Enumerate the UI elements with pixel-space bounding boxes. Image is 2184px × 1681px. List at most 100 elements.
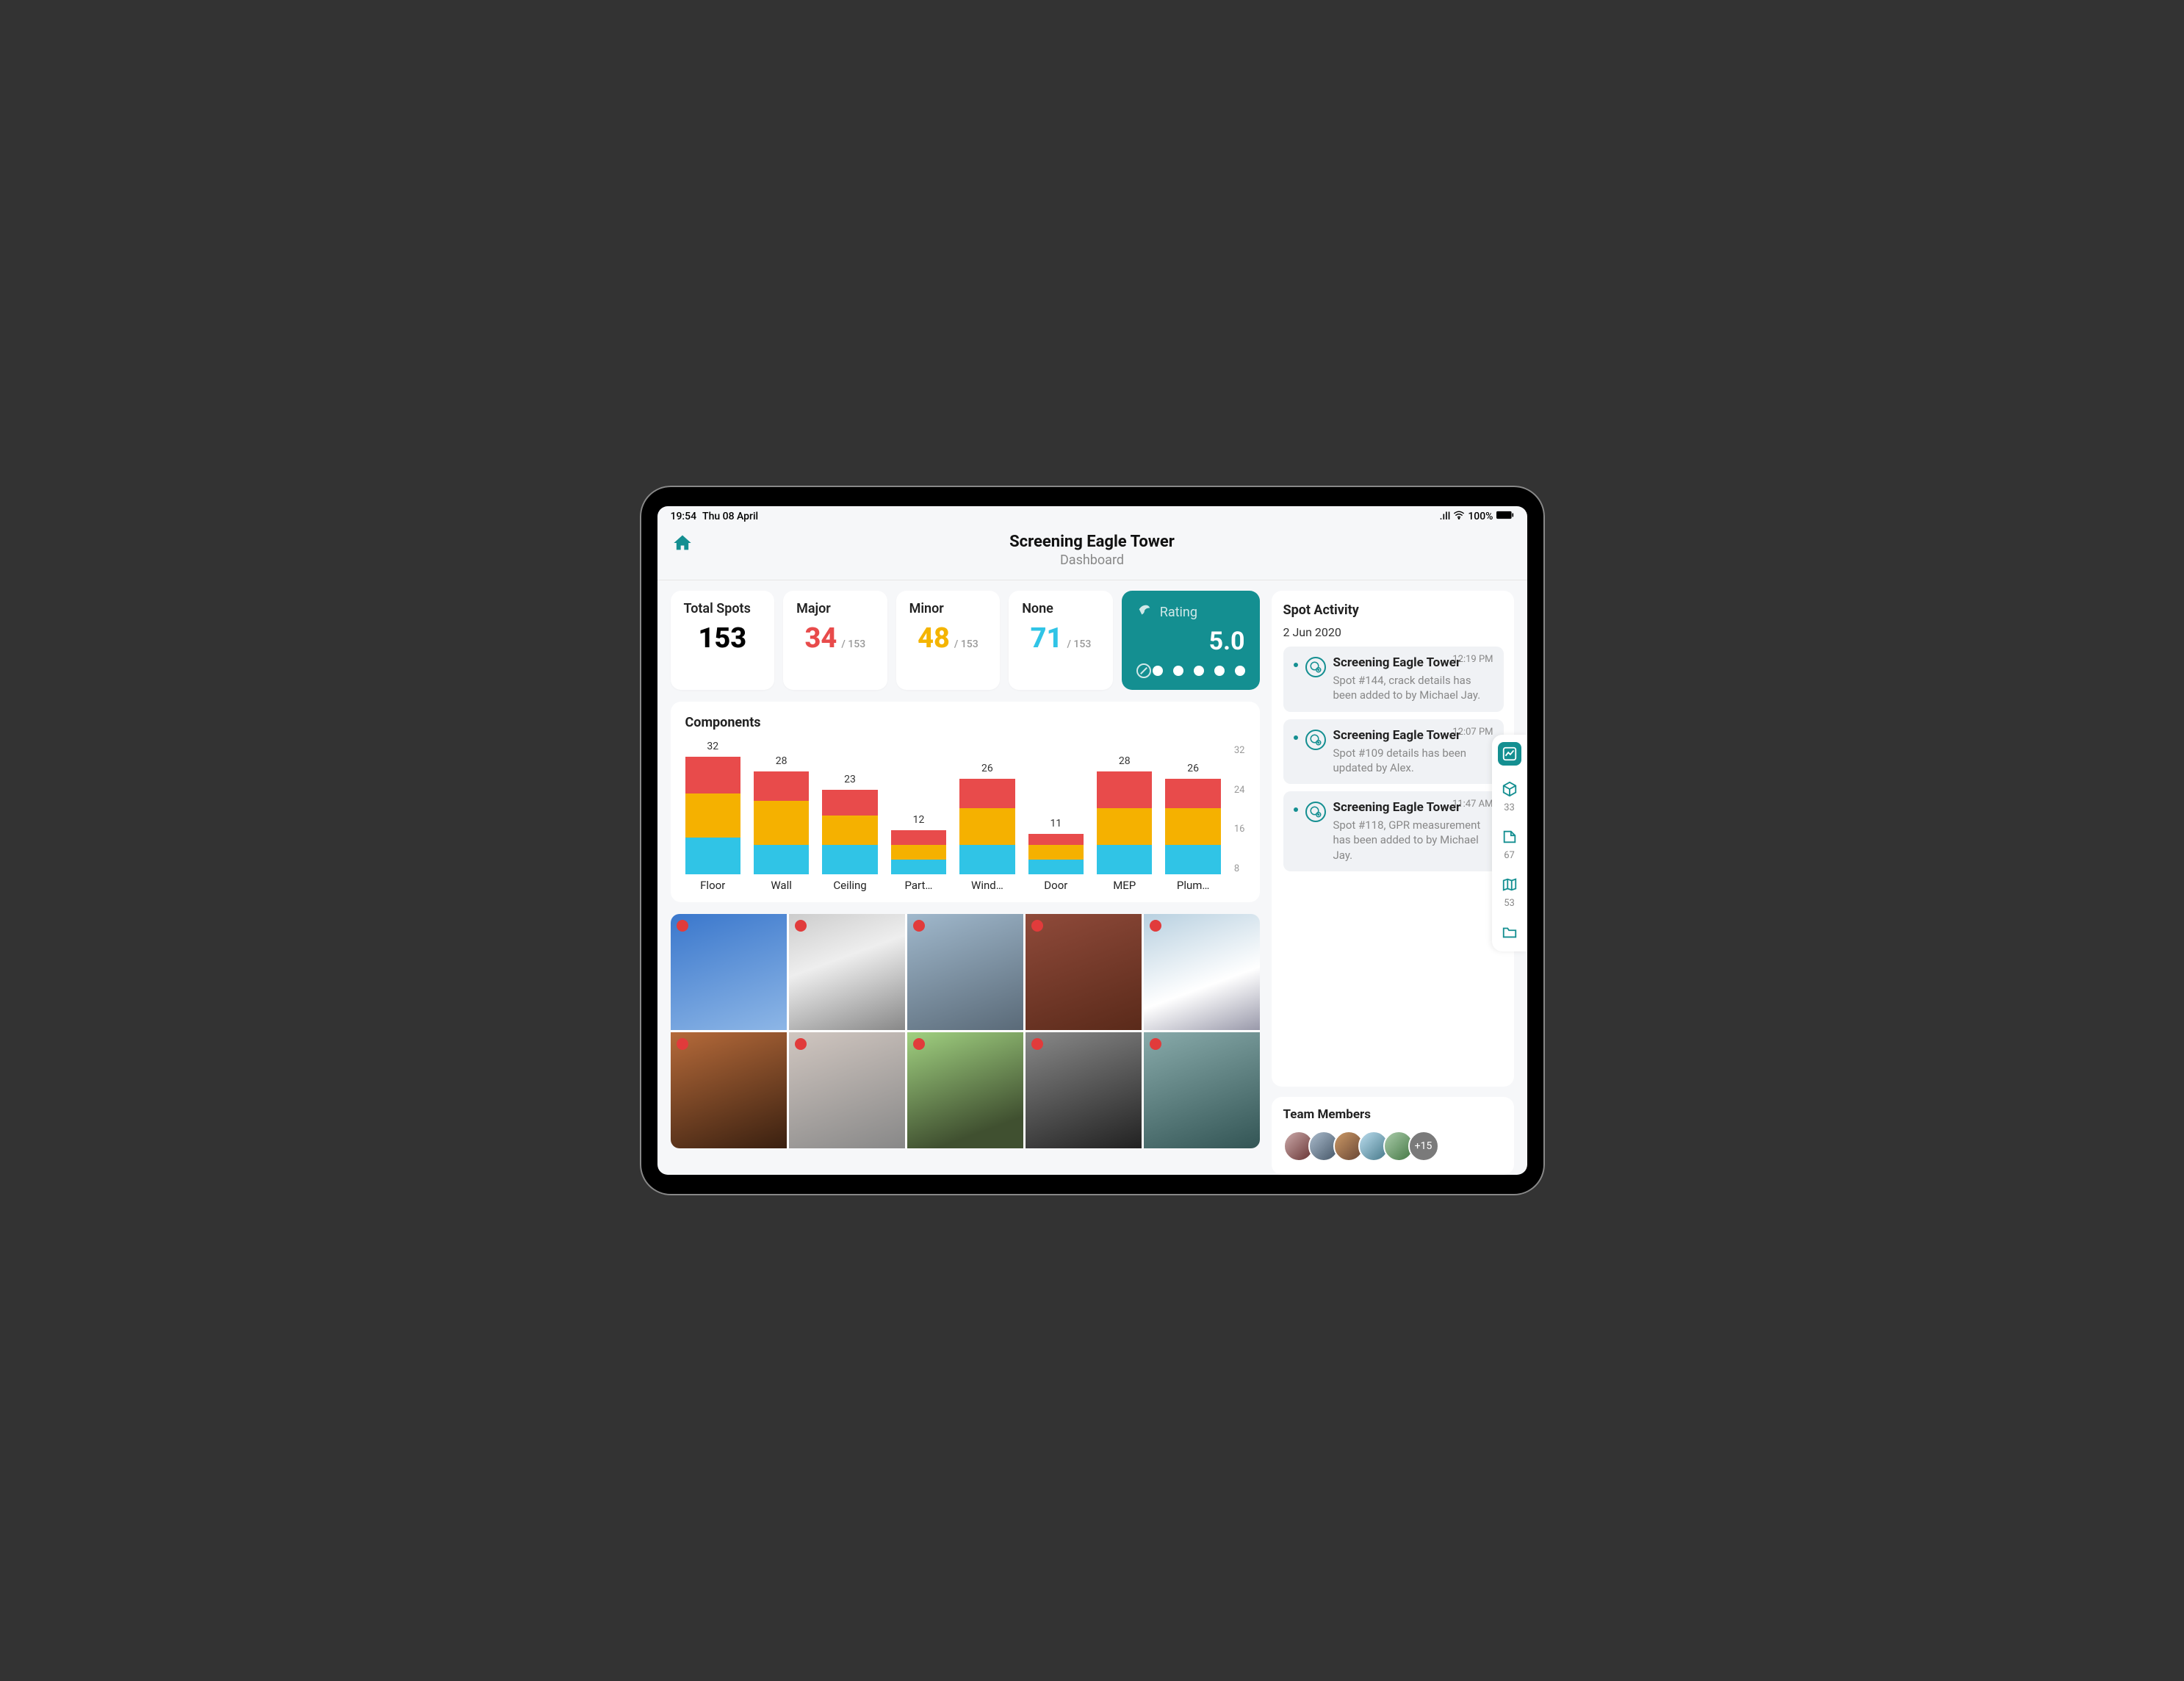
stat-suffix: / 153 [1067,638,1091,650]
photo-thumb[interactable] [1026,1032,1142,1148]
bar-segment [754,801,809,845]
wifi-icon [1453,511,1465,522]
components-panel: Components 32Floor28Wall23Ceiling12Part…… [671,702,1260,902]
stat-value: 34 [805,622,837,655]
dock-plans[interactable]: 67 [1498,825,1521,861]
activity-list[interactable]: Screening Eagle Tower Spot #144, crack d… [1283,647,1511,879]
bar-total: 28 [1119,755,1131,767]
activity-item[interactable]: Screening Eagle Tower Spot #144, crack d… [1283,647,1504,712]
bar-column[interactable]: 23Ceiling [822,774,877,892]
status-bar: 19:54 Thu 08 April .ıll 100% [657,506,1527,527]
stat-label: Minor [909,601,987,616]
bar-label: MEP [1113,879,1136,892]
bar-segment [891,845,946,860]
bar-label: Door [1044,879,1067,892]
bar-segment [959,779,1014,808]
bar-column[interactable]: 28 MEP [1097,755,1152,892]
spot-icon [1305,730,1326,750]
stat-card-total[interactable]: Total Spots 153 [671,591,775,690]
severity-dot-icon [677,1038,688,1050]
axis-tick: 24 [1234,785,1245,796]
bar-segment [1028,845,1084,860]
bar-column[interactable]: 32Floor [685,741,740,892]
rating-card[interactable]: Rating 5.0 [1122,591,1260,690]
bar-total: 32 [707,741,718,752]
stat-suffix: / 153 [954,638,979,650]
plan-icon [1498,825,1521,849]
photo-thumb[interactable] [907,1032,1023,1148]
photo-thumb[interactable] [671,914,787,1030]
chart-icon [1498,742,1521,766]
bar-column[interactable]: 11Door [1028,818,1084,892]
activity-item[interactable]: Screening Eagle Tower Spot #118, GPR mea… [1283,791,1504,871]
bar-segment [1097,808,1152,845]
severity-dot-icon [913,1038,925,1050]
null-icon [1136,663,1151,678]
bar-segment [1028,860,1084,874]
dock-files[interactable] [1498,921,1521,944]
stat-value: 48 [918,622,950,655]
battery-pct: 100% [1468,511,1493,522]
bar-total: 23 [844,774,856,785]
main-column: Total Spots 153 Major 34 / 153 Minor 48 [671,591,1260,1175]
header-title-block: Screening Eagle Tower Dashboard [1009,533,1175,568]
bar-stack [1165,779,1220,874]
activity-item[interactable]: Screening Eagle Tower Spot #109 details … [1283,719,1504,785]
stat-label: Major [796,601,874,616]
rating-dots [1153,666,1245,676]
stat-card-none[interactable]: None 71 / 153 [1009,591,1113,690]
photo-thumb[interactable] [789,914,905,1030]
cube-icon [1498,777,1521,801]
bar-total: 26 [981,763,993,774]
photo-thumb[interactable] [907,914,1023,1030]
side-dock: 33 67 53 [1492,735,1527,951]
dock-box[interactable]: 33 [1498,777,1521,813]
stat-card-major[interactable]: Major 34 / 153 [783,591,887,690]
photo-thumb[interactable] [1144,1032,1260,1148]
folder-icon [1498,921,1521,944]
rating-dot [1153,666,1163,676]
activity-desc: Spot #118, GPR measurement has been adde… [1333,818,1493,863]
screen: 19:54 Thu 08 April .ıll 100% Screening E… [657,506,1527,1175]
stat-value: 71 [1031,622,1063,655]
bullet-icon [1294,807,1298,812]
bar-stack [1097,771,1152,874]
bar-label: Part… [905,879,933,892]
bar-segment [685,838,740,874]
dock-map[interactable]: 53 [1498,873,1521,909]
stat-card-minor[interactable]: Minor 48 / 153 [896,591,1001,690]
photo-thumb[interactable] [789,1032,905,1148]
activity-desc: Spot #109 details has been updated by Al… [1333,746,1493,776]
home-button[interactable] [672,533,693,558]
app-header: Screening Eagle Tower Dashboard [657,527,1527,580]
bar-segment [1097,771,1152,808]
bar-column[interactable]: 26 Plum… [1165,763,1220,892]
stat-suffix: / 153 [841,638,865,650]
bar-label: Plum… [1177,879,1210,892]
photo-thumb[interactable] [671,1032,787,1148]
status-left: 19:54 Thu 08 April [671,511,759,522]
bar-column[interactable]: 28Wall [754,755,809,892]
bar-total: 26 [1187,763,1199,774]
dock-dashboard[interactable] [1498,742,1521,766]
bar-segment [1165,845,1220,874]
page-title: Screening Eagle Tower [1009,533,1175,551]
avatar-more[interactable]: +15 [1408,1131,1439,1162]
severity-dot-icon [1150,1038,1161,1050]
axis-tick: 8 [1234,863,1245,874]
photo-thumb[interactable] [1026,914,1142,1030]
photo-thumb[interactable] [1144,914,1260,1030]
activity-date: 2 Jun 2020 [1283,625,1511,639]
bar-segment [1028,834,1084,845]
severity-dot-icon [913,920,925,932]
bar-stack [754,771,809,874]
bar-segment [754,771,809,801]
bar-segment [754,845,809,874]
map-icon [1498,873,1521,896]
stat-label: None [1022,601,1100,616]
rating-dot [1194,666,1204,676]
activity-desc: Spot #144, crack details has been added … [1333,673,1493,703]
bar-column[interactable]: 12 Part… [891,814,946,892]
bar-total: 12 [913,814,925,826]
bar-column[interactable]: 26Wind… [959,763,1014,892]
